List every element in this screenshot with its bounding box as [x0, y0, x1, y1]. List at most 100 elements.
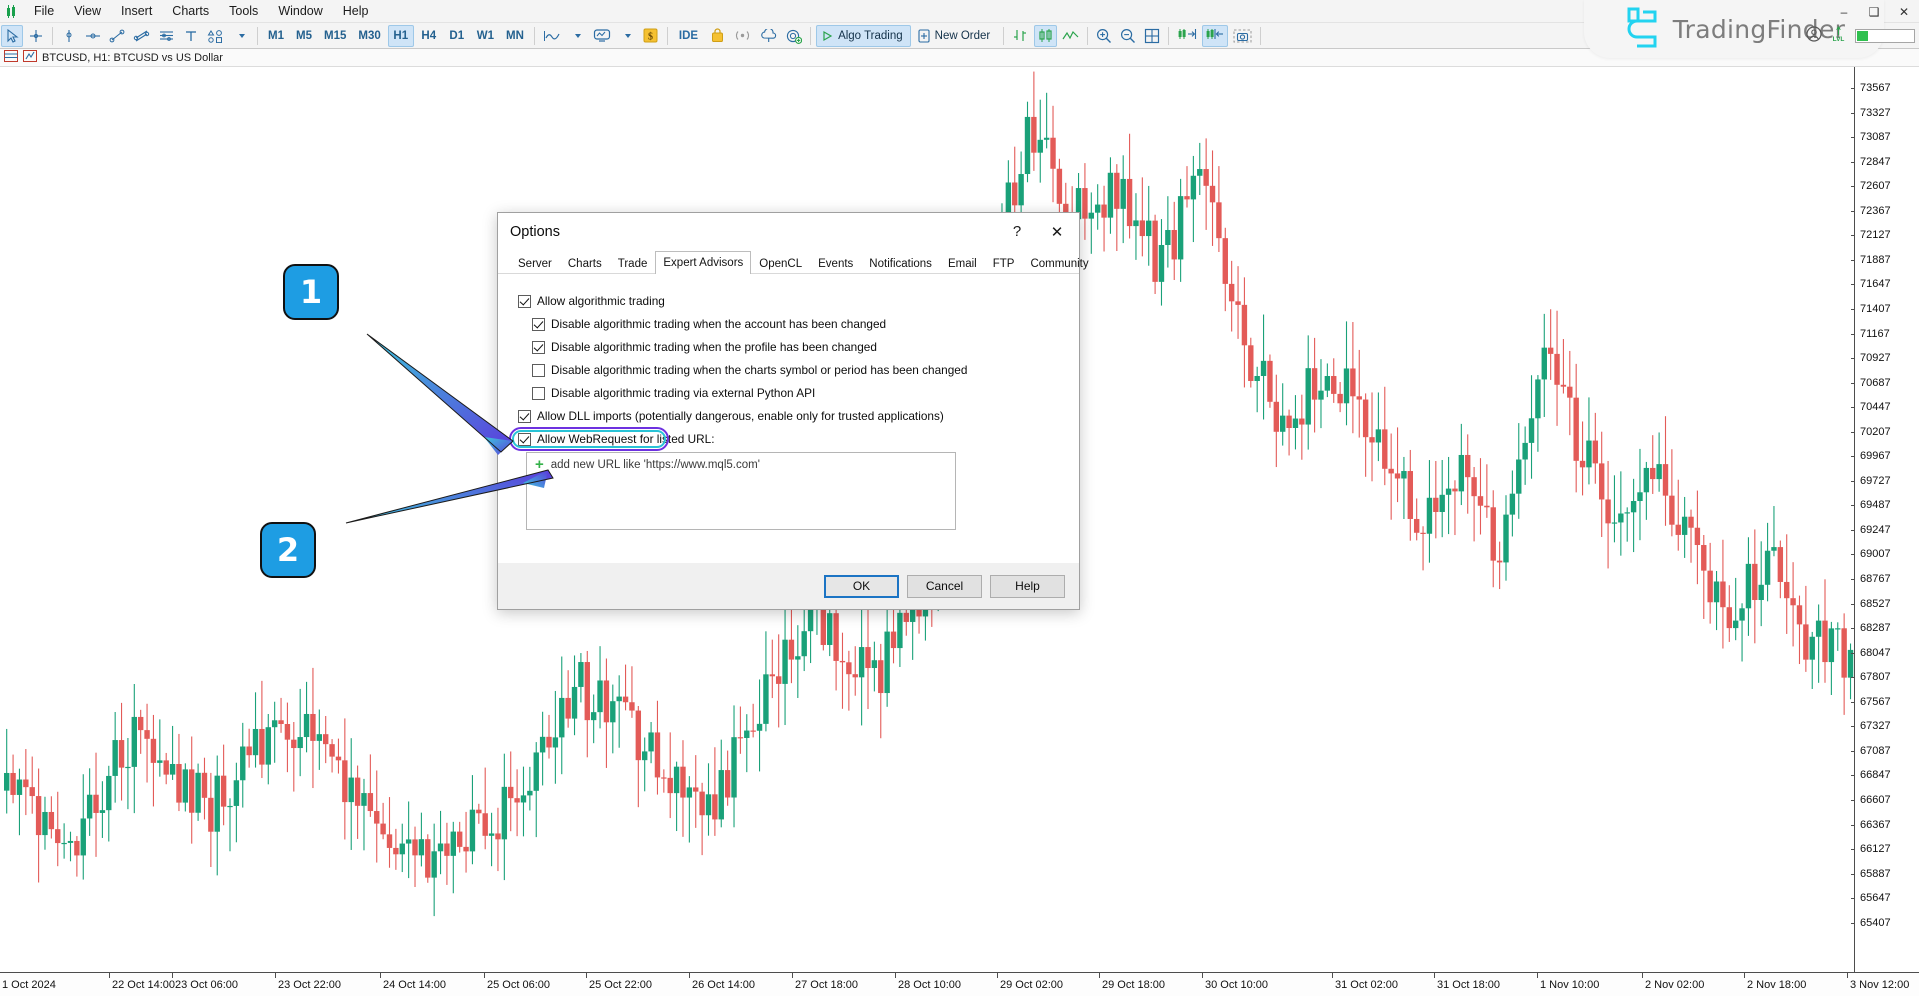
- allow-webrequest-checkbox[interactable]: [518, 433, 531, 446]
- new-order-button[interactable]: New Order: [913, 25, 999, 47]
- add-url-row[interactable]: + add new URL like 'https://www.mql5.com…: [535, 459, 947, 471]
- bar-chart-icon[interactable]: [1009, 25, 1032, 47]
- ok-button[interactable]: OK: [824, 575, 899, 598]
- tab-expert-advisors[interactable]: Expert Advisors: [655, 251, 751, 274]
- price-tick-label: 72127: [1860, 229, 1891, 241]
- templates-dropdown-icon[interactable]: [616, 25, 638, 47]
- price-axis[interactable]: 7356773327730877284772607723677212771887…: [1854, 67, 1919, 972]
- indicators-dropdown-icon[interactable]: [566, 25, 588, 47]
- allow-algo-trading-checkbox[interactable]: [518, 295, 531, 308]
- zoom-in-icon[interactable]: [1093, 25, 1115, 47]
- shapes-icon[interactable]: [204, 25, 228, 47]
- maximize-icon[interactable]: ❑: [1859, 0, 1889, 23]
- disable-on-profile-change-row[interactable]: Disable algorithmic trading when the pro…: [532, 340, 1063, 354]
- allow-dll-imports-row[interactable]: Allow DLL imports (potentially dangerous…: [518, 409, 1063, 423]
- cursor-icon[interactable]: [1, 25, 23, 47]
- screenshot-icon[interactable]: [1230, 25, 1255, 47]
- line-chart-icon[interactable]: [1059, 25, 1082, 47]
- candle-body: [438, 843, 443, 851]
- allow-dll-imports-checkbox[interactable]: [518, 410, 531, 423]
- candle-body: [1676, 525, 1681, 535]
- market-watch-tab-icon[interactable]: [4, 50, 18, 65]
- crosshair-icon[interactable]: [25, 25, 47, 47]
- options-dialog[interactable]: Options ? ✕ Server Charts Trade Expert A…: [497, 212, 1080, 610]
- minimize-icon[interactable]: –: [1829, 0, 1859, 23]
- tab-server[interactable]: Server: [510, 253, 560, 273]
- tab-trade[interactable]: Trade: [610, 253, 656, 273]
- disable-on-account-change-checkbox[interactable]: [532, 318, 545, 331]
- text-label-icon[interactable]: [180, 25, 202, 47]
- dialog-close-icon[interactable]: ✕: [1037, 214, 1077, 250]
- disable-on-profile-change-checkbox[interactable]: [532, 341, 545, 354]
- allow-dll-imports-label: Allow DLL imports (potentially dangerous…: [537, 409, 944, 423]
- lvl-icon[interactable]: LVL: [1830, 25, 1847, 47]
- timeframe-d1[interactable]: D1: [444, 25, 470, 47]
- signals-icon[interactable]: [730, 25, 755, 47]
- menu-item-help[interactable]: Help: [333, 1, 379, 22]
- templates-icon[interactable]: [590, 25, 614, 47]
- menu-item-tools[interactable]: Tools: [219, 1, 268, 22]
- vps-icon[interactable]: [757, 25, 781, 47]
- market-watch-icon[interactable]: $: [640, 25, 662, 47]
- cancel-button[interactable]: Cancel: [907, 575, 982, 598]
- dialog-help-icon[interactable]: ?: [997, 214, 1037, 250]
- candle-body: [1695, 528, 1700, 545]
- menu-item-window[interactable]: Window: [268, 1, 332, 22]
- disable-on-symbol-change-row[interactable]: Disable algorithmic trading when the cha…: [532, 363, 1063, 377]
- account-icon[interactable]: [1806, 26, 1822, 47]
- menu-item-file[interactable]: File: [24, 1, 64, 22]
- candlestick-chart-icon[interactable]: [1034, 25, 1057, 47]
- candle-body: [1548, 348, 1553, 354]
- allow-webrequest-row[interactable]: Allow WebRequest for listed URL:: [518, 432, 1063, 446]
- candle-body: [1701, 545, 1706, 571]
- timeframe-h4[interactable]: H4: [416, 25, 442, 47]
- menu-item-view[interactable]: View: [64, 1, 111, 22]
- disable-on-account-change-row[interactable]: Disable algorithmic trading when the acc…: [532, 317, 1063, 331]
- navigator-tab-icon[interactable]: [23, 50, 37, 65]
- vertical-line-icon[interactable]: [58, 25, 80, 47]
- ide-button[interactable]: IDE: [673, 25, 704, 47]
- zoom-out-icon[interactable]: [1117, 25, 1139, 47]
- tab-email[interactable]: Email: [940, 253, 985, 273]
- fibonacci-icon[interactable]: [155, 25, 178, 47]
- timeframe-m15[interactable]: M15: [319, 25, 351, 47]
- disable-on-symbol-change-checkbox[interactable]: [532, 364, 545, 377]
- timeframe-mn[interactable]: MN: [501, 25, 529, 47]
- menu-item-insert[interactable]: Insert: [111, 1, 162, 22]
- callout-badge-2: 2: [260, 522, 316, 578]
- close-icon[interactable]: ✕: [1889, 0, 1919, 23]
- market-icon[interactable]: [706, 25, 728, 47]
- horizontal-line-icon[interactable]: [82, 25, 104, 47]
- indicators-icon[interactable]: [540, 25, 564, 47]
- tab-ftp[interactable]: FTP: [985, 253, 1023, 273]
- candle-body: [693, 787, 698, 791]
- candle-body: [1841, 628, 1846, 677]
- tab-opencl[interactable]: OpenCL: [751, 253, 810, 273]
- tab-notifications[interactable]: Notifications: [861, 253, 940, 273]
- disable-python-api-row[interactable]: Disable algorithmic trading via external…: [532, 386, 1063, 400]
- disable-python-api-checkbox[interactable]: [532, 387, 545, 400]
- timeframe-m30[interactable]: M30: [353, 25, 385, 47]
- timeframe-w1[interactable]: W1: [472, 25, 499, 47]
- chart-shift-icon[interactable]: [1202, 25, 1228, 47]
- help-button[interactable]: Help: [990, 575, 1065, 598]
- equidistant-channel-icon[interactable]: [130, 25, 153, 47]
- tile-windows-icon[interactable]: [1141, 25, 1163, 47]
- url-list-box[interactable]: + add new URL like 'https://www.mql5.com…: [526, 452, 956, 530]
- allow-algo-trading-row[interactable]: Allow algorithmic trading: [518, 294, 1063, 308]
- time-axis[interactable]: 1 Oct 202422 Oct 14:0023 Oct 06:0023 Oct…: [0, 972, 1919, 996]
- timeframe-h1[interactable]: H1: [388, 25, 414, 47]
- copy-trading-icon[interactable]: [783, 25, 805, 47]
- candle-body: [1465, 455, 1470, 477]
- tab-events[interactable]: Events: [810, 253, 861, 273]
- timeframe-m1[interactable]: M1: [263, 25, 289, 47]
- algo-trading-button[interactable]: Algo Trading: [816, 25, 911, 47]
- auto-scroll-icon[interactable]: [1174, 25, 1200, 47]
- tab-charts[interactable]: Charts: [560, 253, 610, 273]
- trendline-icon[interactable]: [106, 25, 128, 47]
- connection-status-bar[interactable]: [1855, 29, 1915, 43]
- timeframe-m5[interactable]: M5: [291, 25, 317, 47]
- tab-community[interactable]: Community: [1022, 253, 1096, 273]
- menu-item-charts[interactable]: Charts: [162, 1, 219, 22]
- shapes-dropdown-icon[interactable]: [230, 25, 252, 47]
